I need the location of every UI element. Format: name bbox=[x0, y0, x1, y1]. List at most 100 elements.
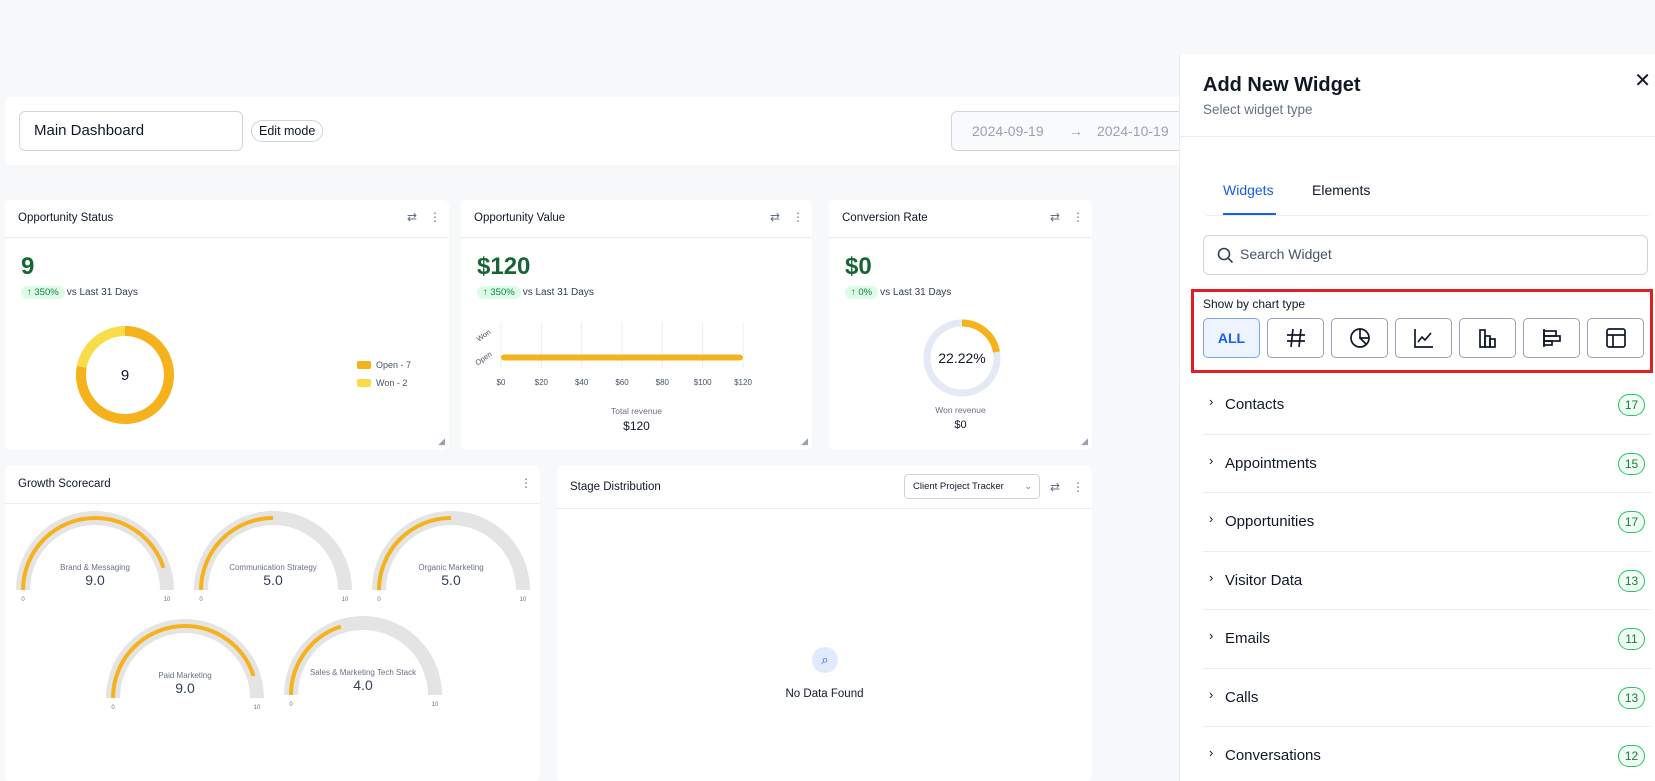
change-badge: ↑ 0% bbox=[845, 286, 879, 299]
table-icon bbox=[1605, 328, 1626, 348]
growth-scorecard-card: Growth Scorecard ⋮ 0 10 Brand & Messaging 9… bbox=[5, 466, 540, 781]
total-revenue-value: $120 bbox=[623, 419, 650, 433]
opportunity-status-card: Opportunity Status ⇄ ⋮ 9 ↑ 350% vs Last 31… bbox=[5, 200, 449, 450]
x-axis-label: Total revenue bbox=[610, 406, 663, 416]
gauge: 0 10 Paid Marketing 9.0 bbox=[105, 614, 265, 714]
filter-settings-icon[interactable]: ⇄ bbox=[407, 210, 417, 224]
category-visitor-data[interactable]: › Visitor Data 13 bbox=[1203, 552, 1651, 610]
gauge-arc: 0 10 bbox=[106, 619, 264, 711]
add-widget-panel: Add New Widget Select widget type ✕ Widg… bbox=[1179, 54, 1655, 781]
legend-item-won: Won - 2 bbox=[357, 378, 407, 388]
chart-type-horizontal-bar-button[interactable] bbox=[1523, 318, 1580, 358]
divider bbox=[1180, 136, 1655, 137]
dashboard-name-field[interactable]: Main Dashboard bbox=[19, 111, 243, 151]
pipeline-select[interactable]: Client Project Tracker ⌄ bbox=[904, 474, 1040, 499]
card-title: Growth Scorecard bbox=[18, 478, 111, 490]
search-icon bbox=[1217, 247, 1234, 264]
search-input[interactable] bbox=[1240, 246, 1620, 262]
filter-settings-icon[interactable]: ⇄ bbox=[1050, 210, 1060, 224]
change-period: vs Last 31 Days bbox=[522, 287, 594, 298]
resize-handle-icon[interactable]: ◢ bbox=[801, 436, 808, 447]
chart-type-number-button[interactable] bbox=[1267, 318, 1324, 358]
gauge: 0 10 Sales & Marketing Tech Stack 4.0 bbox=[283, 611, 443, 711]
x-tick-label: $120 bbox=[734, 378, 752, 387]
widget-tabs: Widgets Elements bbox=[1203, 170, 1651, 216]
more-menu-icon[interactable]: ⋮ bbox=[1072, 480, 1084, 494]
gauge: 0 10 Communication Strategy 5.0 bbox=[193, 506, 353, 606]
more-menu-icon[interactable]: ⋮ bbox=[1072, 210, 1084, 224]
category-label: Appointments bbox=[1225, 454, 1317, 472]
change-badge: ↑ 350% bbox=[21, 286, 65, 299]
category-count-badge: 11 bbox=[1618, 628, 1645, 650]
gauge-min: 0 bbox=[111, 705, 115, 711]
category-emails[interactable]: › Emails 11 bbox=[1203, 610, 1651, 669]
category-calls[interactable]: › Calls 13 bbox=[1203, 669, 1651, 727]
category-label: Conversations bbox=[1225, 747, 1321, 764]
change-indicator: ↑ 350% vs Last 31 Days bbox=[21, 286, 138, 299]
category-opportunities[interactable]: › Opportunities 17 bbox=[1203, 493, 1651, 552]
gauge-arc: 0 10 bbox=[284, 616, 442, 708]
gauge-value: 4.0 bbox=[353, 677, 373, 693]
more-menu-icon[interactable]: ⋮ bbox=[520, 476, 532, 490]
x-tick-label: $60 bbox=[615, 378, 629, 387]
filter-settings-icon[interactable]: ⇄ bbox=[1050, 480, 1060, 494]
resize-handle-icon[interactable]: ◢ bbox=[438, 436, 445, 447]
gauge-label: Communication Strategy bbox=[229, 563, 317, 572]
date-start: 2024-09-19 bbox=[972, 123, 1044, 139]
more-menu-icon[interactable]: ⋮ bbox=[429, 210, 441, 224]
change-period: vs Last 31 Days bbox=[880, 287, 952, 298]
category-count-badge: 12 bbox=[1618, 745, 1645, 767]
change-indicator: ↑ 0% vs Last 31 Days bbox=[845, 286, 951, 299]
donut-center-value: 9 bbox=[121, 367, 129, 384]
gauge-min: 0 bbox=[377, 597, 381, 603]
chart-type-table-button[interactable] bbox=[1587, 318, 1644, 358]
x-tick-label: $40 bbox=[575, 378, 589, 387]
change-badge: ↑ 350% bbox=[477, 286, 521, 299]
gauge-min: 0 bbox=[21, 597, 25, 603]
legend-label: Open - 7 bbox=[376, 360, 412, 370]
chart-type-line-button[interactable] bbox=[1395, 318, 1452, 358]
chart-type-all-button[interactable]: ALL bbox=[1203, 318, 1260, 358]
conversion-ring: 22.22% bbox=[923, 319, 1001, 397]
change-period: vs Last 31 Days bbox=[66, 287, 138, 298]
recaptcha-footer-text bbox=[532, 768, 534, 775]
horizontal-bar-chart: $0 $20 $40 $60 $80 $100 $120 Won Open bbox=[473, 322, 752, 387]
conversion-rate-card: Conversion Rate ⇄ ⋮ $0 ↑ 0% vs Last 31 Day… bbox=[829, 200, 1092, 450]
gauge-max: 10 bbox=[520, 597, 527, 603]
edit-mode-button[interactable]: Edit mode bbox=[251, 120, 324, 142]
gauge-max: 10 bbox=[432, 702, 439, 708]
close-icon[interactable]: ✕ bbox=[1634, 68, 1651, 93]
y-tick-label: Open bbox=[473, 350, 493, 368]
gauge-value: 5.0 bbox=[263, 572, 283, 588]
gauge: 0 10 Brand & Messaging 9.0 bbox=[15, 506, 175, 606]
resize-handle-icon[interactable]: ◢ bbox=[1081, 436, 1088, 447]
ring-sub-label: Won revenue bbox=[935, 405, 986, 415]
chart-type-bar-button[interactable] bbox=[1459, 318, 1516, 358]
card-title: Opportunity Status bbox=[18, 212, 114, 224]
tab-widgets[interactable]: Widgets bbox=[1223, 182, 1274, 198]
gauge-label: Organic Marketing bbox=[418, 563, 484, 572]
legend-item-open: Open - 7 bbox=[357, 360, 411, 370]
chart-type-pie-button[interactable] bbox=[1331, 318, 1388, 358]
filter-settings-icon[interactable]: ⇄ bbox=[770, 210, 780, 224]
pipeline-select-value: Client Project Tracker bbox=[913, 481, 1004, 492]
panel-subtitle: Select widget type bbox=[1203, 102, 1313, 117]
card-title: Opportunity Value bbox=[474, 212, 566, 224]
category-label: Visitor Data bbox=[1225, 571, 1303, 589]
chevron-right-icon: › bbox=[1209, 569, 1214, 585]
more-menu-icon[interactable]: ⋮ bbox=[792, 210, 804, 224]
bar-chart-icon bbox=[1478, 329, 1496, 348]
category-label: Opportunities bbox=[1225, 513, 1315, 530]
category-contacts[interactable]: › Contacts 17 bbox=[1203, 376, 1651, 435]
change-indicator: ↑ 350% vs Last 31 Days bbox=[477, 286, 594, 299]
category-count-badge: 17 bbox=[1618, 511, 1645, 533]
horizontal-bar-chart-icon bbox=[1542, 329, 1561, 347]
category-appointments[interactable]: › Appointments 15 bbox=[1203, 435, 1651, 493]
category-conversations[interactable]: › Conversations 12 bbox=[1203, 727, 1651, 781]
widget-search[interactable] bbox=[1203, 235, 1648, 275]
tab-elements[interactable]: Elements bbox=[1312, 182, 1370, 198]
donut-chart: 9 bbox=[76, 326, 174, 424]
gauge-value: 9.0 bbox=[85, 572, 105, 588]
opportunity-value-card: Opportunity Value ⇄ ⋮ $120 ↑ 350% vs Last … bbox=[461, 200, 812, 450]
category-count-badge: 13 bbox=[1618, 686, 1645, 709]
